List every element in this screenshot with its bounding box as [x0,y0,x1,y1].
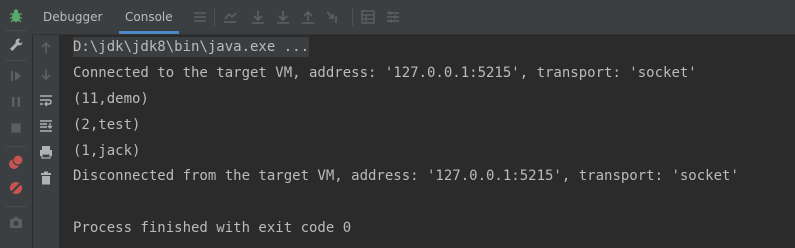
debug-toolbar: Debugger Console [32,0,795,35]
console-line: (2,test) [73,117,141,133]
pause-icon[interactable] [0,90,32,114]
scroll-to-end-icon[interactable] [33,116,59,136]
console-output[interactable]: D:\jdk\jdk8\bin\java.exe ... Connected t… [60,35,795,248]
console-line: (1,jack) [73,143,141,159]
print-icon[interactable] [33,142,59,162]
down-arrow-icon[interactable] [33,64,59,84]
run-to-cursor-icon[interactable] [325,9,341,25]
tab-label: Console [125,10,173,24]
step-over-icon[interactable] [250,9,266,25]
wrench-icon[interactable] [0,33,32,57]
step-into-icon[interactable] [275,9,291,25]
rail-divider [6,30,26,31]
menu-lines-icon[interactable] [192,9,208,25]
mute-breakpoints-icon[interactable] [0,176,32,200]
view-breakpoints-icon[interactable] [0,150,32,174]
trash-icon[interactable] [33,168,59,188]
tab-label: Debugger [43,10,103,24]
console-gutter-toolbar [33,35,59,248]
console-line-command[interactable]: D:\jdk\jdk8\bin\java.exe ... [73,37,310,57]
tab-console[interactable]: Console [119,0,179,34]
tab-debugger[interactable]: Debugger [43,0,102,34]
stop-icon[interactable] [0,116,32,140]
console-line: Connected to the target VM, address: '12… [73,65,697,81]
rail-divider [6,146,26,147]
toolbar-divider [214,8,215,26]
toolbar-divider [352,8,353,26]
step-out-icon[interactable] [300,9,316,25]
evaluate-icon[interactable] [360,9,376,25]
rail-divider [6,206,26,207]
console-line: Disconnected from the target VM, address… [73,168,739,184]
camera-icon[interactable] [0,210,32,234]
debug-side-toolbar [0,0,33,248]
layout-settings-icon[interactable] [385,9,401,25]
console-line: (11,demo) [73,91,149,107]
soft-wrap-icon[interactable] [33,90,59,110]
resume-icon[interactable] [0,64,32,88]
rail-divider [6,60,26,61]
debug-bug-icon[interactable] [0,4,32,28]
up-arrow-icon[interactable] [33,38,59,58]
console-line: Process finished with exit code 0 [73,220,352,236]
show-execution-point-icon[interactable] [222,9,238,25]
